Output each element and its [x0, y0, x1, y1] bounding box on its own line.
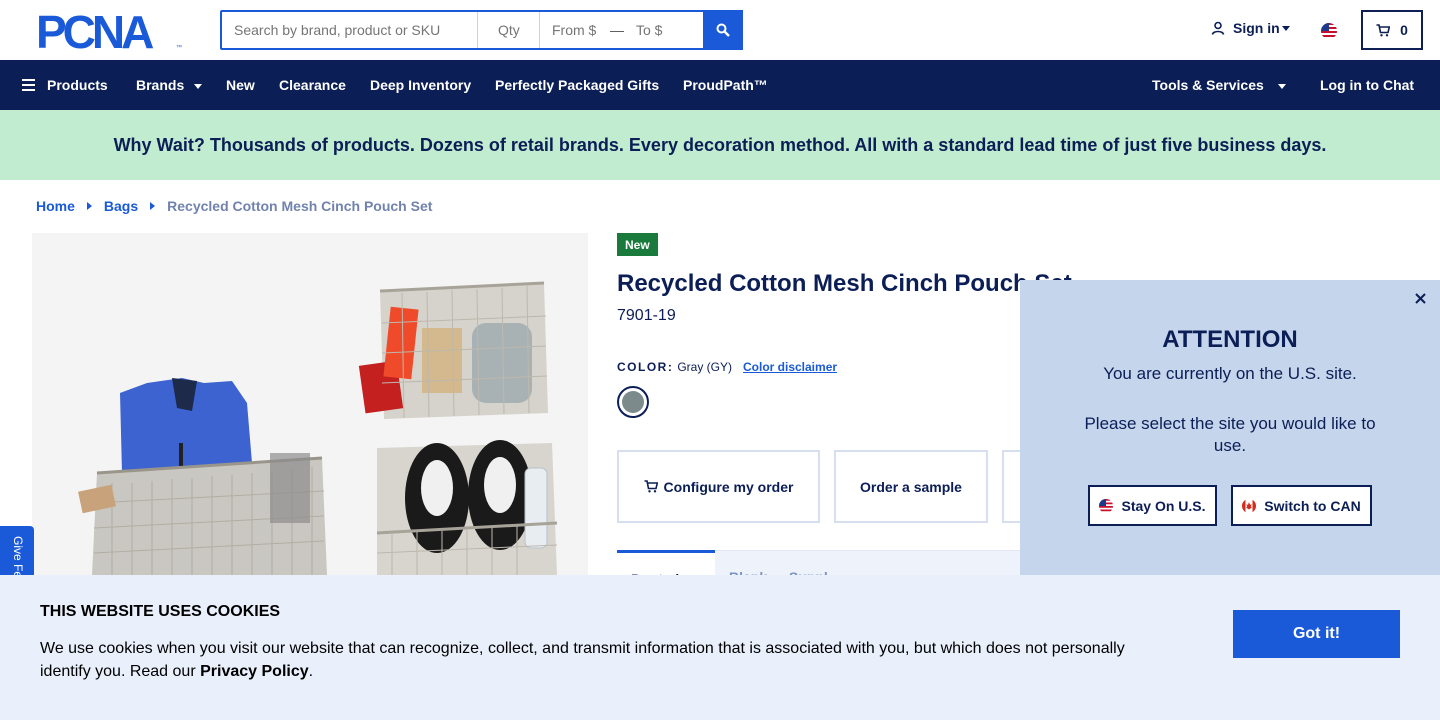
nav-brands[interactable]: Brands [136, 60, 203, 110]
search-input[interactable] [222, 12, 478, 48]
nav-tools-services[interactable]: Tools & Services [1152, 60, 1286, 110]
nav-clearance[interactable]: Clearance [279, 60, 346, 110]
nav-new[interactable]: New [226, 60, 255, 110]
color-row: COLOR: Gray (GY) Color disclaimer [617, 360, 837, 374]
breadcrumb-current: Recycled Cotton Mesh Cinch Pouch Set [167, 198, 433, 214]
cookie-heading: THIS WEBSITE USES COOKIES [40, 603, 281, 620]
qty-input[interactable] [478, 12, 540, 48]
configure-order-label: Configure my order [663, 478, 794, 495]
sign-in-label: Sign in [1233, 20, 1280, 36]
promo-banner: Why Wait? Thousands of products. Dozens … [0, 110, 1440, 180]
privacy-policy-link[interactable]: Privacy Policy [200, 663, 309, 680]
top-bar: PCNA ™ — Sign in [0, 0, 1440, 60]
cookie-text: We use cookies when you visit our websit… [40, 637, 1150, 683]
swatch-fill [622, 391, 644, 413]
chevron-down-icon [1281, 25, 1290, 31]
close-button[interactable] [1410, 288, 1430, 308]
chevron-down-icon [194, 84, 203, 89]
us-flag-icon [1099, 498, 1114, 513]
product-photo [32, 233, 588, 575]
tab-product[interactable]: Pro ted [617, 550, 715, 587]
chevron-down-icon [1277, 84, 1286, 89]
search-icon [716, 23, 730, 37]
main-nav: Products Brands New Clearance Deep Inven… [0, 60, 1440, 110]
color-value: Gray (GY) [677, 360, 732, 374]
product-tabs: Pro ted Blank — Suppl [617, 550, 1020, 587]
tab-blank-supply[interactable]: Blank — Suppl [715, 551, 1020, 585]
breadcrumb-home[interactable]: Home [36, 198, 75, 214]
modal-heading: ATTENTION [1162, 326, 1298, 353]
cookie-period: . [308, 663, 314, 680]
nav-products[interactable]: Products [22, 60, 108, 110]
breadcrumb: Home Bags Recycled Cotton Mesh Cinch Pou… [36, 198, 432, 214]
price-to-input[interactable] [624, 12, 704, 48]
cookie-banner: THIS WEBSITE USES COOKIES We use cookies… [0, 575, 1440, 720]
give-feedback-tab[interactable]: Give Fe [0, 526, 34, 575]
svg-text:™: ™ [176, 44, 182, 51]
cart-icon [644, 480, 658, 493]
switch-to-can-button[interactable]: Switch to CAN [1231, 485, 1372, 526]
close-icon [1414, 292, 1426, 304]
give-feedback-label: Give Fe [11, 536, 25, 575]
hamburger-icon [22, 79, 35, 91]
sign-in-button[interactable]: Sign in [1211, 20, 1290, 36]
configure-order-button[interactable]: Configure my order [617, 450, 820, 523]
switch-to-can-label: Switch to CAN [1264, 497, 1361, 514]
got-it-button[interactable]: Got it! [1233, 610, 1400, 658]
search-form: — [220, 10, 706, 50]
nav-brands-label: Brands [136, 77, 185, 93]
color-swatch-gray[interactable] [617, 386, 649, 418]
order-sample-label: Order a sample [860, 478, 962, 495]
price-range-separator: — [610, 22, 624, 38]
user-icon [1211, 21, 1225, 35]
nav-products-label: Products [47, 77, 108, 93]
breadcrumb-separator-icon [86, 202, 92, 210]
product-title: Recycled Cotton Mesh Cinch Pouch Set [617, 270, 1072, 297]
svg-text:PCNA: PCNA [36, 11, 153, 51]
log-in-to-chat-link[interactable]: Log in to Chat [1320, 60, 1414, 110]
stay-on-us-label: Stay On U.S. [1121, 497, 1206, 514]
price-from-input[interactable] [540, 12, 610, 48]
nav-deep-inventory[interactable]: Deep Inventory [370, 60, 471, 110]
us-flag-icon[interactable] [1321, 23, 1337, 39]
cart-button[interactable]: 0 [1361, 10, 1423, 50]
breadcrumb-separator-icon [150, 202, 156, 210]
cart-icon [1376, 23, 1391, 36]
stay-on-us-button[interactable]: Stay On U.S. [1088, 485, 1217, 526]
color-label: COLOR: [617, 360, 674, 374]
modal-message-current-site: You are currently on the U.S. site. [1103, 364, 1357, 383]
pcna-logo[interactable]: PCNA ™ [36, 11, 184, 51]
color-disclaimer-link[interactable]: Color disclaimer [743, 360, 837, 374]
modal-message-select: Please select the site you would like to… [1084, 414, 1376, 455]
nav-perfectly-packaged-gifts[interactable]: Perfectly Packaged Gifts [495, 60, 659, 110]
promo-banner-text: Why Wait? Thousands of products. Dozens … [113, 134, 1327, 155]
nav-proudpath[interactable]: ProudPath™ [683, 60, 768, 110]
search-button[interactable] [703, 10, 743, 50]
product-image[interactable] [32, 233, 588, 575]
breadcrumb-bags[interactable]: Bags [104, 198, 138, 214]
new-badge: New [617, 233, 658, 256]
nav-tools-label: Tools & Services [1152, 77, 1264, 93]
site-selection-modal: ATTENTION You are currently on the U.S. … [1020, 280, 1440, 575]
order-sample-button[interactable]: Order a sample [834, 450, 988, 523]
product-sku: 7901-19 [617, 307, 676, 324]
cart-count: 0 [1400, 22, 1408, 38]
canada-flag-icon [1242, 498, 1257, 513]
